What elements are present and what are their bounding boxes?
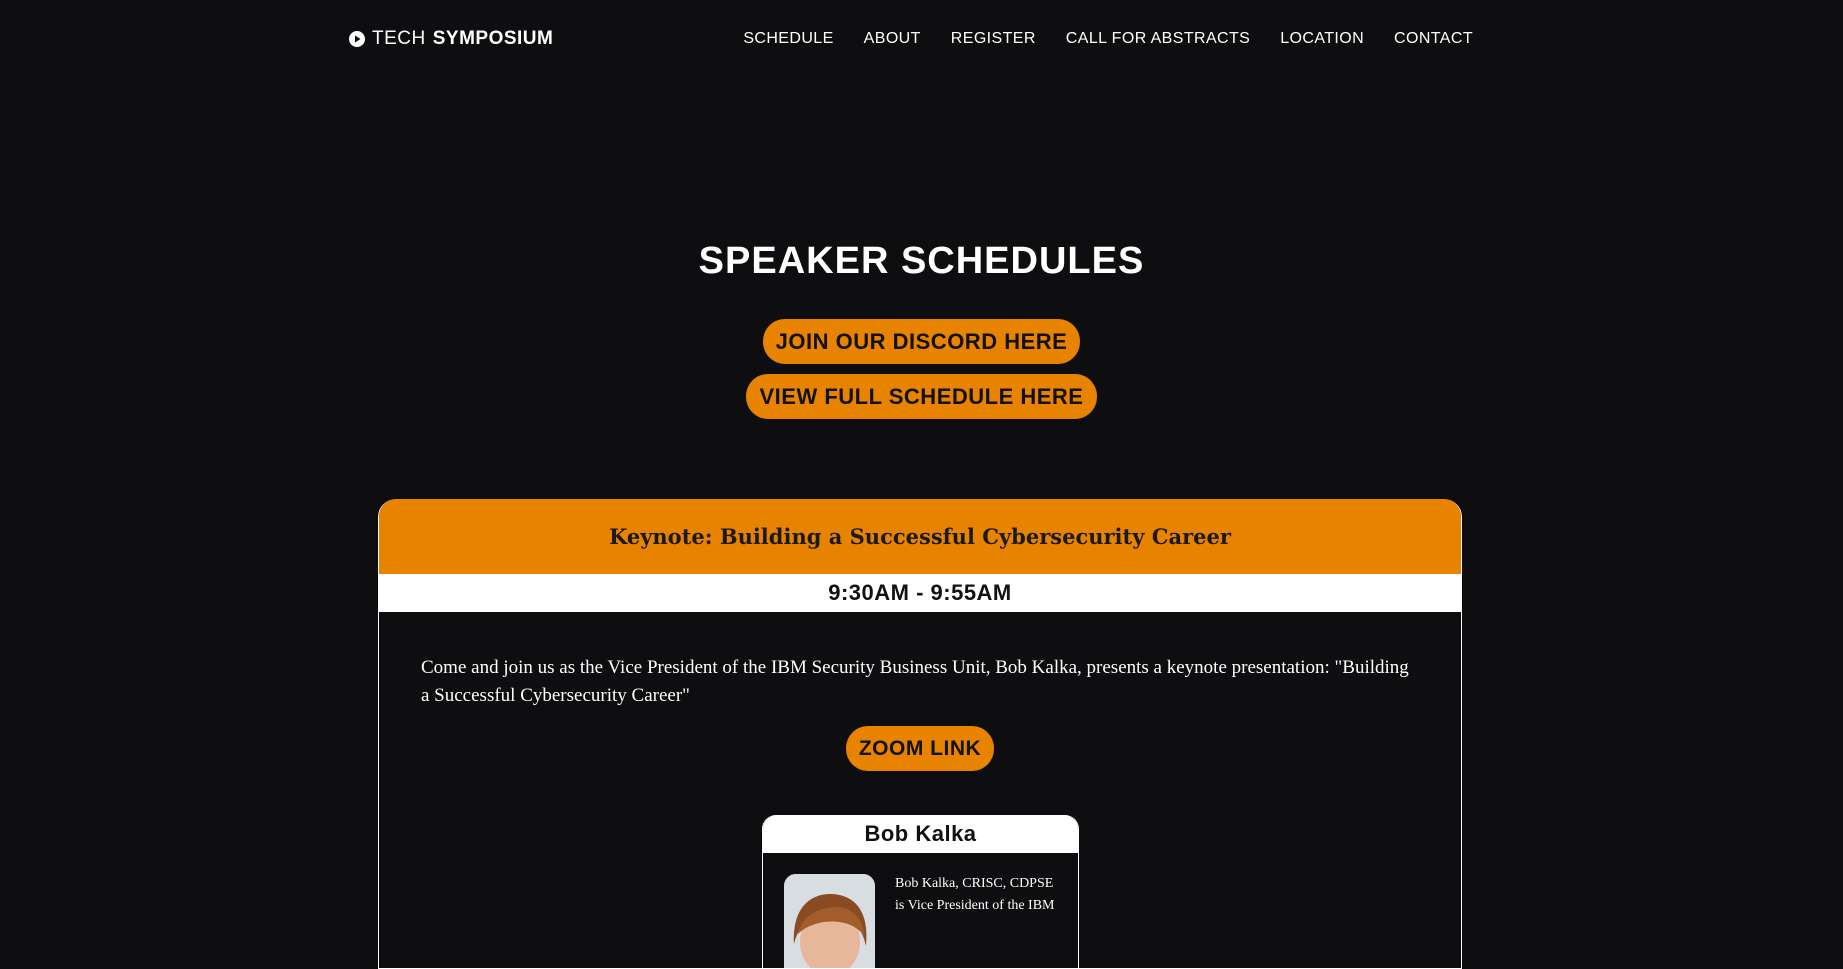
zoom-button-wrap: ZOOM LINK	[379, 726, 1461, 771]
speaker-name: Bob Kalka	[763, 815, 1078, 853]
brand-name-light: TECH	[372, 28, 426, 49]
session-time: 9:30AM - 9:55AM	[379, 574, 1461, 612]
zoom-link-button[interactable]: ZOOM LINK	[845, 726, 995, 771]
nav-link-contact[interactable]: CONTACT	[1394, 30, 1473, 47]
nav-item-about: ABOUT	[864, 30, 921, 48]
speaker-bio: Bob Kalka, CRISC, CDPSE is Vice Presiden…	[895, 876, 1055, 913]
session-description: Come and join us as the Vice President o…	[421, 657, 1409, 706]
nav-item-register: REGISTER	[951, 30, 1036, 48]
nav-link-about[interactable]: ABOUT	[864, 30, 921, 47]
nav-link-location[interactable]: LOCATION	[1280, 30, 1364, 47]
main-nav: SCHEDULE ABOUT REGISTER CALL FOR ABSTRAC…	[713, 30, 1473, 48]
play-circle-icon	[349, 31, 365, 47]
nav-link-call-for-abstracts[interactable]: CALL FOR ABSTRACTS	[1066, 30, 1250, 47]
speaker-photo	[784, 874, 875, 968]
discord-button-wrap: JOIN OUR DISCORD HERE	[0, 319, 1843, 364]
brand-name-bold: SYMPOSIUM	[432, 28, 554, 49]
view-full-schedule-button[interactable]: VIEW FULL SCHEDULE HERE	[746, 374, 1097, 419]
session-card: Keynote: Building a Successful Cybersecu…	[378, 499, 1462, 969]
site-logo[interactable]: TECH SYMPOSIUM	[349, 28, 553, 50]
nav-item-schedule: SCHEDULE	[743, 30, 833, 48]
speaker-portrait-image	[784, 874, 875, 968]
full-schedule-button-wrap: VIEW FULL SCHEDULE HERE	[0, 374, 1843, 419]
nav-link-schedule[interactable]: SCHEDULE	[743, 30, 833, 47]
session-title: Keynote: Building a Successful Cybersecu…	[379, 499, 1461, 574]
nav-link-register[interactable]: REGISTER	[951, 30, 1036, 47]
site-header: TECH SYMPOSIUM SCHEDULE ABOUT REGISTER C…	[0, 0, 1843, 78]
nav-item-call-for-abstracts: CALL FOR ABSTRACTS	[1066, 30, 1250, 48]
nav-item-location: LOCATION	[1280, 30, 1364, 48]
page-title: SPEAKER SCHEDULES	[698, 240, 1145, 282]
speaker-body: Bob Kalka, CRISC, CDPSE is Vice Presiden…	[763, 853, 1078, 968]
speaker-card: Bob Kalka Bob Kalka, CRISC, CDPSE is Vic…	[762, 815, 1079, 968]
nav-item-contact: CONTACT	[1394, 30, 1473, 48]
join-discord-button[interactable]: JOIN OUR DISCORD HERE	[762, 319, 1081, 364]
